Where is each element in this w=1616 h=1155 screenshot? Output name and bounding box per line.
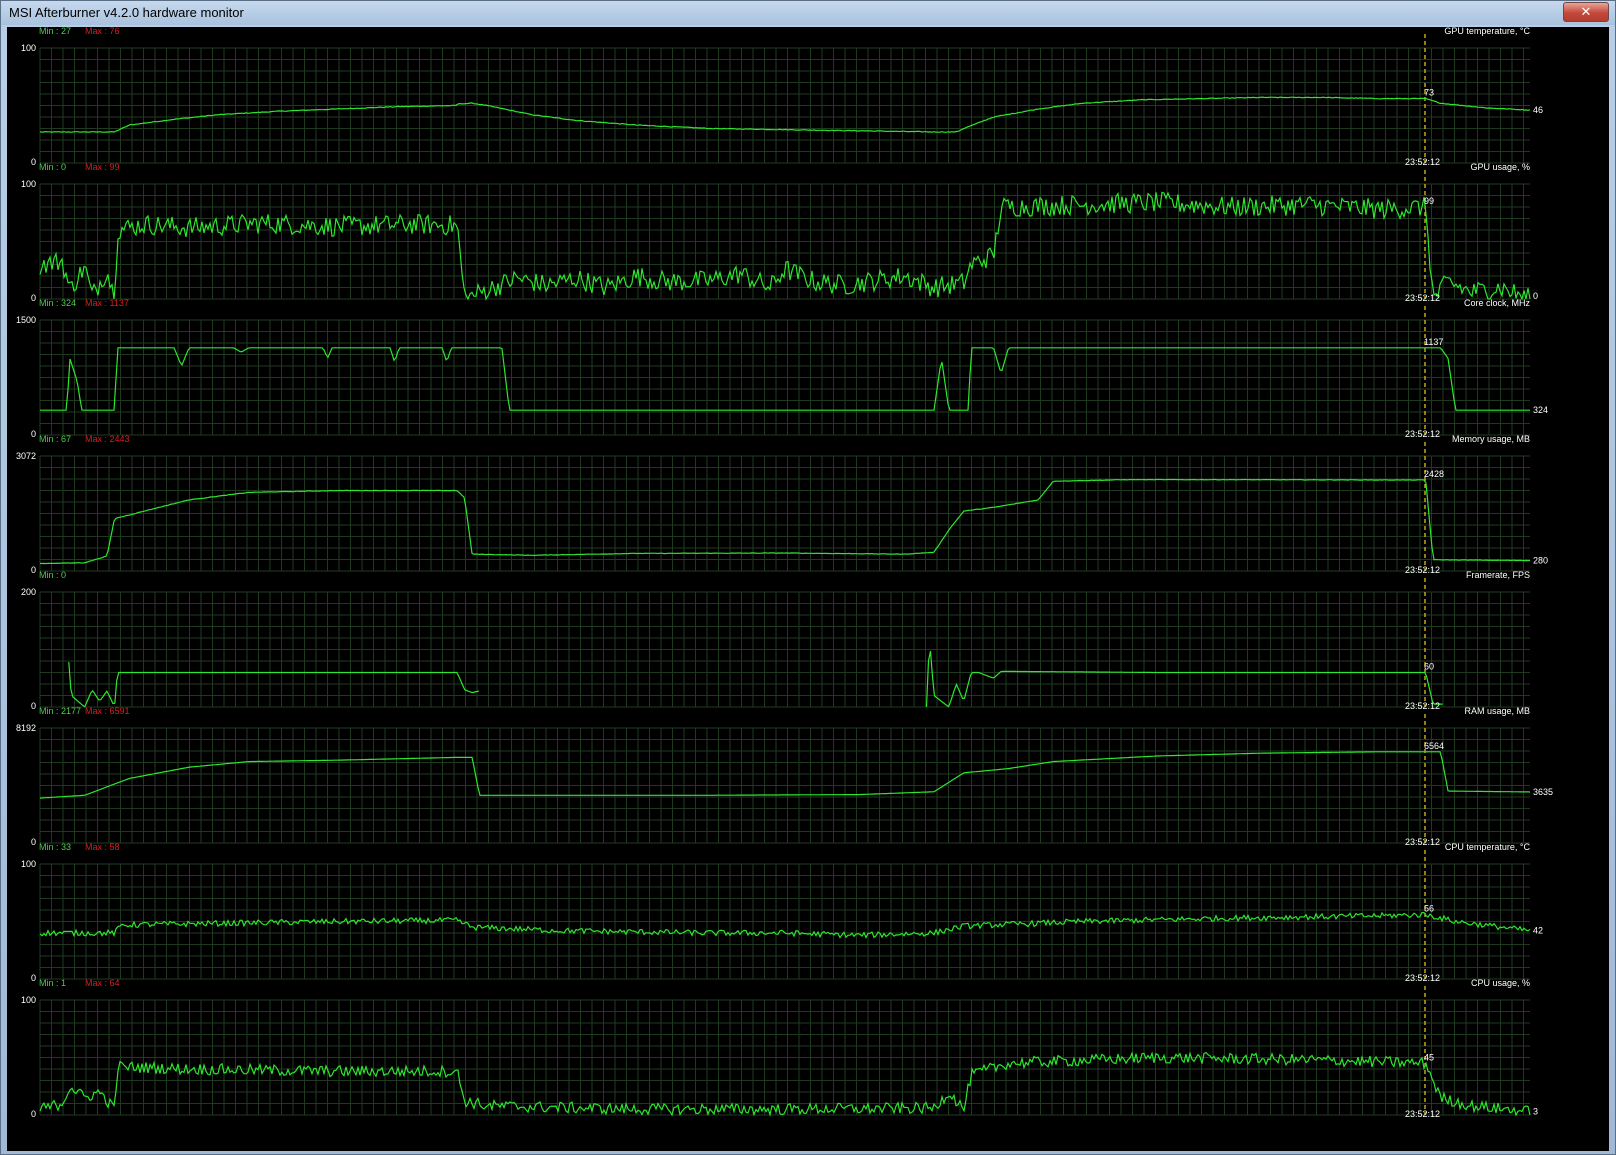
graph-panel: Min : 33 Max : 58 CPU temperature, °C 100 0 2… (21, 842, 1543, 983)
graph-title: GPU usage, % (1470, 162, 1530, 172)
graph-panel: Min : 27 Max : 76 GPU temperature, °C 100 0 2… (21, 27, 1543, 167)
max-label: Max : 1137 (85, 298, 129, 308)
min-label: Min : 1 (39, 978, 66, 988)
cursor-time-label: 23:52:12 (1405, 837, 1440, 847)
series-line (39, 96, 1531, 133)
cursor-time-label: 23:52:12 (1405, 1109, 1440, 1119)
y-axis-min-label: 0 (31, 429, 36, 439)
y-axis-max-label: 100 (21, 995, 36, 1005)
min-label: Min : 0 (39, 162, 66, 172)
min-label: Min : 2177 (39, 706, 81, 716)
graph-grid (39, 591, 1530, 708)
cursor-value-label: 6564 (1424, 741, 1444, 751)
cursor-value-label: 56 (1424, 904, 1434, 914)
y-axis-min-label: 0 (31, 701, 36, 711)
graph-title: RAM usage, MB (1464, 706, 1530, 716)
y-axis-max-label: 100 (21, 859, 36, 869)
min-label: Min : 27 (39, 27, 71, 36)
end-value-label: 0 (1533, 291, 1538, 301)
graph-labels: Min : 33 Max : 58 CPU temperature, °C 100 0 2… (21, 842, 1543, 983)
cursor-time-label: 23:52:12 (1405, 157, 1440, 167)
cursor-value-label: 99 (1424, 196, 1434, 206)
graph-panel: Min : 2177 Max : 6591 RAM usage, MB 8192 0 23… (16, 706, 1553, 847)
end-value-label: 46 (1533, 105, 1543, 115)
graph-grid (39, 47, 1530, 164)
end-value-label: 324 (1533, 405, 1548, 415)
series-line (39, 478, 1531, 565)
y-axis-max-label: 8192 (16, 723, 36, 733)
y-axis-min-label: 0 (31, 157, 36, 167)
y-axis-min-label: 0 (31, 837, 36, 847)
end-value-label: 3 (1533, 1107, 1538, 1117)
graph-title: GPU temperature, °C (1444, 27, 1530, 36)
cursor-time-label: 23:52:12 (1405, 429, 1440, 439)
graph-panel: Min : 324 Max : 1137 Core clock, MHz 1500 0 2… (16, 298, 1548, 439)
app-window: MSI Afterburner v4.2.0 hardware monitor … (0, 0, 1616, 1155)
max-label: Max : 6591 (85, 706, 130, 716)
graph-title: Framerate, FPS (1466, 570, 1530, 580)
graph-title: Memory usage, MB (1452, 434, 1530, 444)
series-line (39, 1051, 1531, 1117)
graph-labels: Min : 67 Max : 2443 Memory usage, MB 3072 0 2… (16, 434, 1548, 575)
monitor-graph-area[interactable]: Min : 27 Max : 76 GPU temperature, °C 100 0 2… (7, 27, 1609, 1151)
cursor-value-label: 45 (1424, 1052, 1434, 1062)
max-label: Max : 76 (85, 27, 120, 36)
series-line (39, 751, 1531, 799)
min-label: Min : 33 (39, 842, 71, 852)
graph-grid (39, 319, 1530, 436)
min-label: Min : 67 (39, 434, 71, 444)
end-value-label: 3635 (1533, 787, 1553, 797)
graph-panel: Min : 67 Max : 2443 Memory usage, MB 3072 0 2… (16, 434, 1548, 575)
cursor-value-label: 73 (1424, 88, 1434, 98)
series-line (925, 650, 1443, 708)
y-axis-max-label: 100 (21, 179, 36, 189)
series-line (39, 191, 1531, 301)
y-axis-min-label: 0 (31, 973, 36, 983)
cursor-value-label: 2428 (1424, 469, 1444, 479)
graph-panel: Min : 0 Max : 99 GPU usage, % 100 0 23:52:12 9… (21, 162, 1538, 303)
max-label: Max : 58 (85, 842, 120, 852)
graph-grid (39, 999, 1530, 1116)
graph-labels: Min : 1 Max : 64 CPU usage, % 100 0 23:52:12 4… (21, 978, 1538, 1119)
series-line (39, 911, 1531, 939)
graph-grid (39, 863, 1530, 980)
y-axis-max-label: 1500 (16, 315, 36, 325)
graph-panel: Min : 0 Framerate, FPS 200 0 23:52:12 60 (21, 570, 1530, 711)
y-axis-min-label: 0 (31, 293, 36, 303)
graph-title: CPU temperature, °C (1445, 842, 1531, 852)
graph-title: CPU usage, % (1471, 978, 1530, 988)
graph-panel: Min : 1 Max : 64 CPU usage, % 100 0 23:52:12 4… (21, 978, 1538, 1119)
cursor-value-label: 1137 (1424, 337, 1443, 347)
title-bar[interactable]: MSI Afterburner v4.2.0 hardware monitor … (1, 1, 1615, 25)
monitor-graphs-svg: Min : 27 Max : 76 GPU temperature, °C 100 0 2… (16, 27, 1553, 1119)
graph-labels: Min : 324 Max : 1137 Core clock, MHz 1500 0 2… (16, 298, 1548, 439)
cursor-time-label: 23:52:12 (1405, 293, 1440, 303)
min-label: Min : 0 (39, 570, 66, 580)
cursor-time-label: 23:52:12 (1405, 565, 1440, 575)
y-axis-max-label: 200 (21, 587, 36, 597)
window-title: MSI Afterburner v4.2.0 hardware monitor (9, 5, 244, 20)
y-axis-min-label: 0 (31, 1109, 36, 1119)
max-label: Max : 2443 (85, 434, 130, 444)
y-axis-max-label: 100 (21, 43, 36, 53)
cursor-time-label: 23:52:12 (1405, 701, 1440, 711)
graph-grid (39, 455, 1530, 572)
graph-grid (39, 727, 1530, 844)
end-value-label: 42 (1533, 926, 1543, 936)
cursor-time-label: 23:52:12 (1405, 973, 1440, 983)
cursor-value-label: 60 (1424, 662, 1434, 672)
y-axis-max-label: 3072 (16, 451, 36, 461)
close-button[interactable]: ✕ (1563, 2, 1609, 22)
y-axis-min-label: 0 (31, 565, 36, 575)
min-label: Min : 324 (39, 298, 76, 308)
max-label: Max : 64 (85, 978, 120, 988)
graph-title: Core clock, MHz (1464, 298, 1531, 308)
max-label: Max : 99 (85, 162, 120, 172)
end-value-label: 280 (1533, 556, 1548, 566)
